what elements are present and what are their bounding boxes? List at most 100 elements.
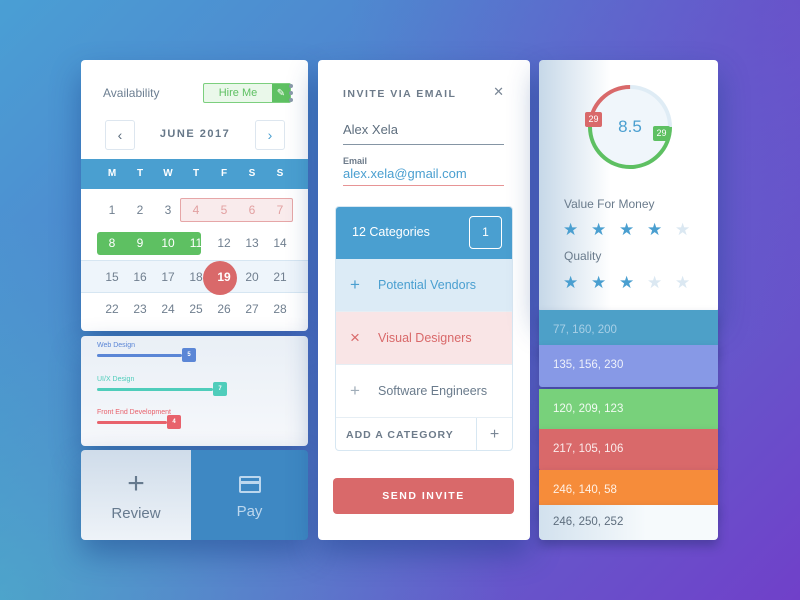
skill-track[interactable]: [97, 388, 213, 391]
color-swatch[interactable]: 217, 105, 106: [539, 429, 718, 471]
action-card: + Review Pay: [81, 450, 308, 540]
more-vertical-icon[interactable]: [288, 84, 294, 102]
skill-slider-uix-design: UI/X Design 7: [97, 376, 292, 396]
name-input[interactable]: Alex Xela: [343, 120, 504, 145]
star-empty-icon[interactable]: ★: [675, 273, 703, 293]
skill-label: UI/X Design: [97, 376, 135, 383]
calendar-day-booked[interactable]: 9: [126, 227, 154, 260]
review-label: Review: [111, 504, 161, 522]
categories-title: 12 Categories: [352, 225, 430, 239]
hire-me-label: Hire Me: [218, 87, 258, 99]
calendar-day[interactable]: 28: [266, 293, 294, 326]
calendar-day[interactable]: 1: [98, 194, 126, 227]
calendar-day[interactable]: 14: [266, 227, 294, 260]
weekday-label: S: [276, 168, 284, 179]
score-gauge: 8.5 29 29: [583, 80, 677, 174]
color-swatch[interactable]: 246, 250, 252: [539, 505, 718, 540]
skill-thumb[interactable]: 5: [182, 348, 196, 362]
month-navigator: ‹ JUNE 2017 ›: [105, 120, 285, 150]
category-item-software-engineers[interactable]: + Software Engineers: [336, 365, 512, 418]
calendar-day[interactable]: 20: [238, 261, 266, 292]
remove-icon: ×: [350, 328, 360, 347]
calendar-day[interactable]: 25: [182, 293, 210, 326]
star-filled-icon[interactable]: ★: [619, 220, 647, 240]
star-rating-value[interactable]: ★ ★ ★ ★ ★: [563, 220, 703, 240]
calendar-week: 22 23 24 25 26 27 28: [81, 293, 308, 326]
calendar-week-current: 15 16 17 18 19 20 21: [81, 260, 308, 295]
calendar-day[interactable]: 21: [266, 261, 294, 292]
calendar-day[interactable]: 16: [126, 261, 154, 292]
rating-label-value: Value For Money: [564, 197, 655, 211]
add-category-row: ADD A CATEGORY +: [336, 418, 512, 450]
calendar-day[interactable]: 17: [154, 261, 182, 292]
close-icon[interactable]: ✕: [493, 84, 504, 100]
weekday-header: M T W T F S S: [81, 159, 308, 189]
star-filled-icon[interactable]: ★: [619, 273, 647, 293]
calendar-day[interactable]: 3: [154, 194, 182, 227]
email-input[interactable]: alex.xela@gmail.com: [343, 166, 504, 182]
categories-panel: 12 Categories 1 + Potential Vendors × Vi…: [335, 206, 513, 451]
calendar-day-unavailable[interactable]: 6: [238, 194, 266, 227]
star-filled-icon[interactable]: ★: [563, 220, 591, 240]
calendar-day-booked[interactable]: 8: [98, 227, 126, 260]
star-empty-icon[interactable]: ★: [675, 220, 703, 240]
star-filled-icon[interactable]: ★: [563, 273, 591, 293]
calendar-day[interactable]: 12: [210, 227, 238, 260]
email-field[interactable]: Email alex.xela@gmail.com: [343, 156, 504, 186]
category-item-visual-designers[interactable]: × Visual Designers: [336, 312, 512, 365]
category-label: Potential Vendors: [378, 278, 476, 292]
calendar-day[interactable]: 23: [126, 293, 154, 326]
plus-icon: +: [127, 466, 145, 500]
calendar-day-booked[interactable]: 11: [182, 227, 210, 260]
calendar-day[interactable]: 15: [98, 261, 126, 292]
skill-slider-front-end: Front End Development 4: [97, 409, 292, 429]
send-invite-button[interactable]: SEND INVITE: [333, 478, 514, 514]
calendar-day-unavailable[interactable]: 4: [182, 194, 210, 227]
star-filled-icon[interactable]: ★: [591, 273, 619, 293]
add-category-input[interactable]: ADD A CATEGORY: [336, 429, 476, 441]
skill-track[interactable]: [97, 421, 167, 424]
calendar-day[interactable]: 18: [182, 261, 210, 292]
skill-thumb[interactable]: 7: [213, 382, 227, 396]
calendar-day-selected[interactable]: 19: [210, 261, 238, 292]
color-swatch[interactable]: 135, 156, 230: [539, 345, 718, 387]
category-item-potential-vendors[interactable]: + Potential Vendors: [336, 259, 512, 312]
invite-card: INVITE VIA EMAIL ✕ Alex Xela Email alex.…: [318, 60, 530, 540]
calendar-day[interactable]: 26: [210, 293, 238, 326]
skill-thumb[interactable]: 4: [167, 415, 181, 429]
calendar-day-unavailable[interactable]: 7: [266, 194, 294, 227]
positive-count-badge: 29: [653, 126, 670, 141]
availability-row: Availability Hire Me ✎: [103, 82, 294, 104]
rating-label-quality: Quality: [564, 249, 602, 263]
pay-button[interactable]: Pay: [191, 450, 308, 540]
calendar-day[interactable]: 2: [126, 194, 154, 227]
skills-card: Web Design 5 UI/X Design 7 Front End Dev…: [81, 336, 308, 446]
review-button[interactable]: + Review: [81, 450, 191, 540]
calendar-day[interactable]: 24: [154, 293, 182, 326]
calendar-day-booked[interactable]: 10: [154, 227, 182, 260]
weekday-label: S: [248, 168, 256, 179]
calendar-day[interactable]: 13: [238, 227, 266, 260]
skill-track[interactable]: [97, 354, 182, 357]
calendar-day-unavailable[interactable]: 5: [210, 194, 238, 227]
star-rating-quality[interactable]: ★ ★ ★ ★ ★: [563, 273, 703, 293]
invite-title: INVITE VIA EMAIL: [343, 88, 457, 100]
next-month-button[interactable]: ›: [255, 120, 285, 150]
star-empty-icon[interactable]: ★: [647, 273, 675, 293]
star-filled-icon[interactable]: ★: [647, 220, 675, 240]
rating-card: 8.5 29 29 Value For Money ★ ★ ★ ★ ★ Quality …: [539, 60, 718, 313]
hire-me-button[interactable]: Hire Me ✎: [203, 83, 291, 103]
calendar-day[interactable]: 22: [98, 293, 126, 326]
email-label: Email: [343, 156, 368, 166]
weekday-label: F: [220, 168, 228, 179]
category-label: Visual Designers: [378, 331, 472, 345]
calendar-week: 1 2 3 4 5 6 7: [81, 194, 308, 227]
categories-header[interactable]: 12 Categories 1: [336, 207, 512, 259]
calendar-day[interactable]: 27: [238, 293, 266, 326]
weekday-label: T: [192, 168, 200, 179]
weekday-label: T: [136, 168, 144, 179]
color-swatch[interactable]: 120, 209, 123: [539, 389, 718, 431]
add-category-button[interactable]: +: [476, 418, 512, 450]
calendar-grid: 1 2 3 4 5 6 7 8 9 10 11 12 13 14 15 16 1…: [81, 194, 308, 326]
star-filled-icon[interactable]: ★: [591, 220, 619, 240]
